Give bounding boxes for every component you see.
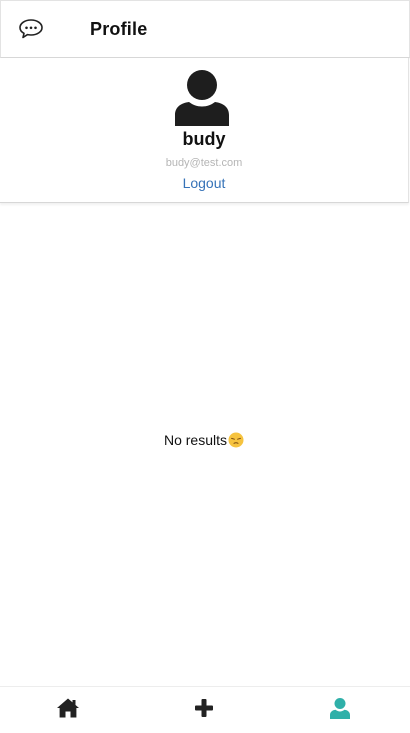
- nav-home-button[interactable]: [0, 687, 136, 733]
- bottom-navigation: [0, 686, 410, 733]
- empty-state: No results: [0, 432, 408, 448]
- nav-add-button[interactable]: [136, 687, 272, 733]
- nav-profile-button[interactable]: [272, 687, 408, 733]
- page-title: Profile: [90, 19, 148, 39]
- home-icon: [56, 697, 80, 724]
- profile-username: budy: [182, 129, 226, 149]
- chat-bubble-icon[interactable]: [17, 17, 45, 41]
- empty-state-text: No results: [163, 432, 228, 448]
- profile-card: budy budy@test.com Logout: [0, 58, 409, 203]
- user-icon: [329, 697, 351, 724]
- logout-link[interactable]: Logout: [0, 175, 408, 191]
- profile-email: budy@test.com: [165, 157, 243, 169]
- top-app-bar: Profile: [0, 0, 410, 58]
- avatar-user-icon: [171, 68, 233, 126]
- plus-icon: [194, 698, 214, 723]
- pensive-face-icon: [228, 432, 244, 448]
